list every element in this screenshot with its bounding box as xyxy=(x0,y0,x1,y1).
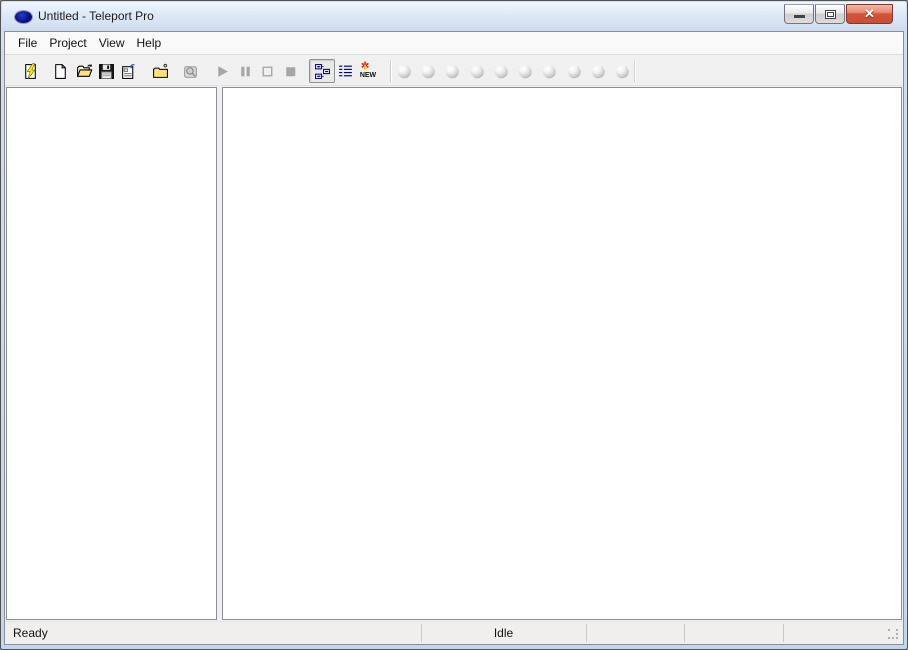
minimize-button[interactable] xyxy=(784,4,814,24)
title-bar[interactable]: Untitled - Teleport Pro ✕ xyxy=(2,2,906,31)
maximize-button[interactable] xyxy=(815,4,845,24)
open-project-button[interactable] xyxy=(72,59,96,83)
app-icon xyxy=(15,11,32,23)
start-button[interactable] xyxy=(210,59,234,83)
save-floppy-icon xyxy=(98,63,114,79)
close-button[interactable]: ✕ xyxy=(846,4,893,24)
thread-indicator-ball-icon xyxy=(567,64,581,78)
new-project-wizard-icon xyxy=(24,62,36,79)
stop-filled-icon xyxy=(285,66,295,76)
thread-indicator-ball-icon xyxy=(494,64,508,78)
thread-indicator-ball-icon xyxy=(615,64,629,78)
thread-indicator-ball-icon xyxy=(397,64,411,78)
stop-hollow-icon xyxy=(262,66,272,76)
thread-indicator-ball-icon xyxy=(470,64,484,78)
new-files-view-icon: ✲ NEW xyxy=(359,60,377,79)
client-area: File Project View Help ✲ NEW Ready Idle xyxy=(4,31,904,645)
teleport-pro-window: Untitled - Teleport Pro ✕ File Project V… xyxy=(0,0,908,650)
window-frame: Untitled - Teleport Pro ✕ File Project V… xyxy=(0,0,908,650)
thread-indicator-ball-icon xyxy=(445,64,459,78)
window-controls: ✕ xyxy=(783,4,893,24)
status-divider xyxy=(783,624,784,642)
status-divider xyxy=(684,624,685,642)
status-bar: Ready Idle xyxy=(5,621,903,644)
save-project-button[interactable] xyxy=(94,59,118,83)
workspace xyxy=(5,87,903,621)
maximize-icon xyxy=(825,10,836,19)
window-title: Untitled - Teleport Pro xyxy=(38,9,154,23)
new-project-icon xyxy=(54,63,66,79)
pause-icon xyxy=(240,66,250,76)
toolbar-separator xyxy=(634,60,635,82)
resize-grip[interactable] xyxy=(888,629,899,640)
toolbar: ✲ NEW xyxy=(5,56,903,86)
tree-view-icon xyxy=(314,63,330,79)
stop-button[interactable] xyxy=(255,59,279,83)
thread-indicators xyxy=(397,59,629,83)
thread-indicator-ball-icon xyxy=(421,64,435,78)
new-project-button[interactable] xyxy=(48,59,72,83)
abort-button[interactable] xyxy=(278,59,302,83)
menu-project[interactable]: Project xyxy=(43,33,92,53)
search-icon xyxy=(183,65,197,78)
detail-view-button[interactable] xyxy=(333,59,357,83)
status-divider xyxy=(586,624,587,642)
menu-file[interactable]: File xyxy=(12,33,43,53)
project-tree-panel[interactable] xyxy=(6,87,217,620)
detail-view-icon xyxy=(338,65,352,76)
toolbar-separator xyxy=(390,60,391,82)
thread-indicator-ball-icon xyxy=(542,64,556,78)
play-icon xyxy=(217,65,228,77)
file-list-panel[interactable] xyxy=(222,87,902,620)
tree-view-button[interactable] xyxy=(309,59,335,83)
pause-button[interactable] xyxy=(233,59,257,83)
properties-form-icon xyxy=(121,63,134,79)
new-files-view-button[interactable]: ✲ NEW xyxy=(356,59,380,83)
status-mode: Idle xyxy=(493,626,514,640)
close-icon: ✕ xyxy=(864,6,875,21)
minimize-icon xyxy=(794,15,805,18)
menu-view[interactable]: View xyxy=(93,33,131,53)
project-properties-button[interactable] xyxy=(116,59,140,83)
thread-indicator-ball-icon xyxy=(591,64,605,78)
thread-indicator-ball-icon xyxy=(518,64,532,78)
status-message: Ready xyxy=(13,626,48,640)
sparkle-icon: ✲ xyxy=(360,60,370,72)
new-address-button[interactable] xyxy=(148,59,172,83)
open-folder-icon xyxy=(76,63,92,77)
menu-help[interactable]: Help xyxy=(131,33,168,53)
search-button[interactable] xyxy=(178,59,202,83)
new-folder-sparkle-icon xyxy=(152,63,168,78)
new-project-wizard-button[interactable] xyxy=(18,59,42,83)
menu-bar: File Project View Help xyxy=(5,32,903,55)
